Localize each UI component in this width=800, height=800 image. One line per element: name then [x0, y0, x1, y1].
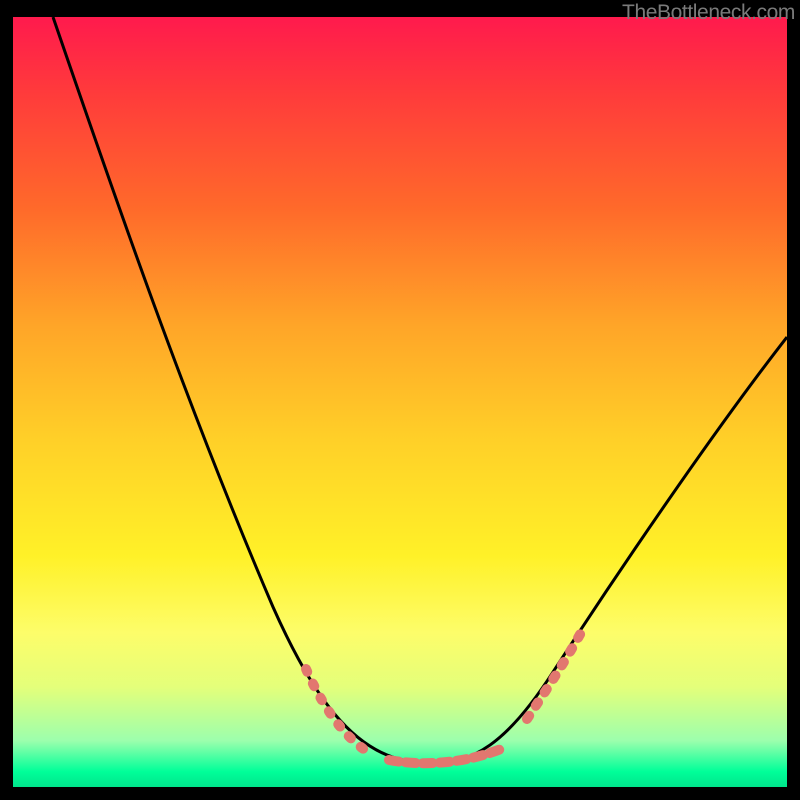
chart-frame: TheBottleneck.com: [13, 17, 787, 787]
curve-path: [53, 17, 787, 764]
bottleneck-curve: [13, 17, 787, 787]
curve-markers: [306, 629, 583, 763]
watermark-label: TheBottleneck.com: [622, 1, 795, 25]
